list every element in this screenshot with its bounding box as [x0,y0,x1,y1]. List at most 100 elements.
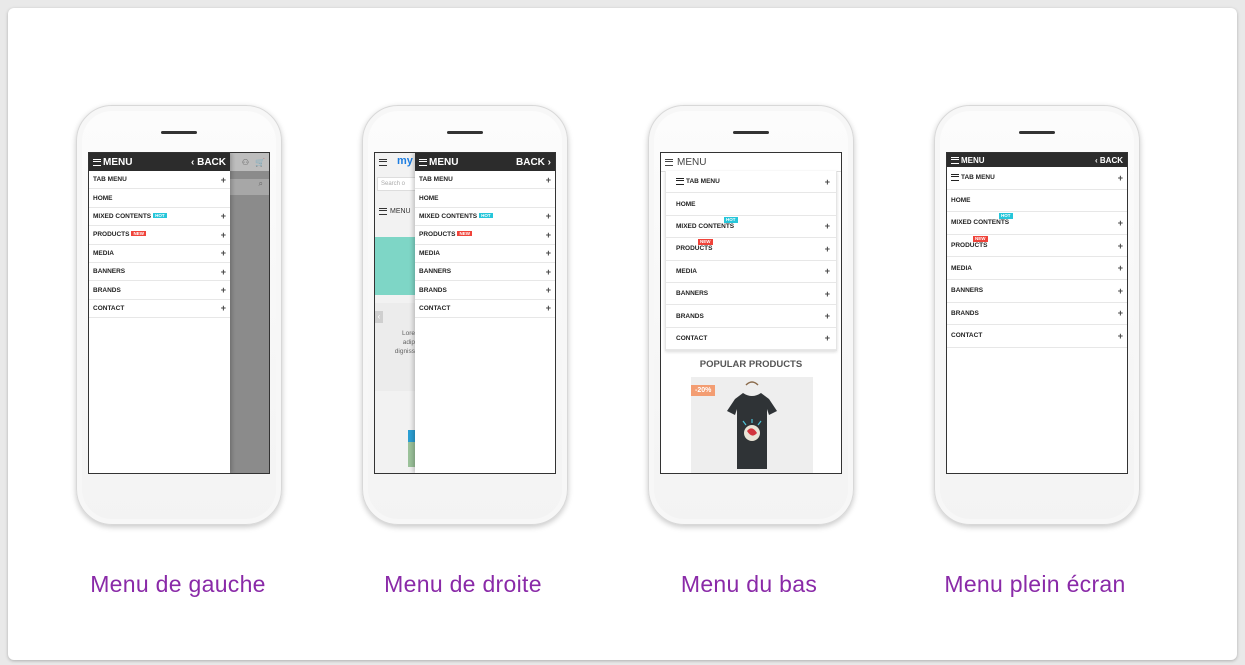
menu-item-banners[interactable]: BANNERS + [947,280,1127,303]
expand-icon[interactable]: + [1118,263,1123,273]
hamburger-icon[interactable] [419,158,427,166]
expand-icon[interactable]: + [825,266,830,276]
menu-item-tab-menu[interactable]: TAB MENU + [666,171,836,194]
home-button [449,478,481,510]
expand-icon[interactable]: + [546,175,551,185]
menu-item-banners[interactable]: BANNERS + [415,263,555,282]
expand-icon[interactable]: + [221,267,226,277]
back-button[interactable]: BACK › [516,157,551,168]
expand-icon[interactable]: + [221,175,226,185]
menu-header: MENU BACK › [415,153,555,171]
menu-item-products[interactable]: PRODUCTS NEW + [89,226,230,245]
menu-item-mixed-contents[interactable]: MIXED CONTENTS HOT + [666,216,836,239]
hot-badge: HOT [724,216,738,223]
menu-item-mixed-contents[interactable]: MIXED CONTENTS HOT + [89,208,230,227]
caption-bottom-menu: Menu du bas [680,571,818,597]
expand-icon[interactable]: + [546,267,551,277]
expand-icon[interactable]: + [546,248,551,258]
menu-item-mixed-contents[interactable]: MIXED CONTENTS HOT + [415,208,555,227]
menu-item-brands[interactable]: BRANDS + [666,305,836,328]
menu-item-tab-menu[interactable]: TAB MENU + [947,167,1127,190]
menu-item-media[interactable]: MEDIA + [947,257,1127,280]
expand-icon[interactable]: + [825,311,830,321]
site-logo[interactable]: my [397,155,413,167]
left-menu-panel: MENU ‹ BACK TAB MENU + HOME MIXED CONTENT… [89,153,230,473]
user-icon[interactable]: ⚇ [242,158,249,167]
menu-item-label: BANNERS [676,290,709,298]
back-button[interactable]: ‹ BACK [191,157,226,168]
menu-item-home[interactable]: HOME [666,193,836,216]
search-icon[interactable]: ⌕ [230,179,269,195]
hamburger-icon [379,208,387,215]
expand-icon[interactable]: + [825,177,830,187]
expand-icon[interactable]: + [825,289,830,299]
hamburger-icon[interactable] [93,158,101,166]
menu-item-products[interactable]: PRODUCTS NEW + [415,226,555,245]
menu-item-products[interactable]: PRODUCTS NEW + [947,235,1127,258]
expand-icon[interactable]: + [221,285,226,295]
menu-item-products[interactable]: PRODUCTS NEW + [666,238,836,261]
expand-icon[interactable]: + [825,221,830,231]
expand-icon[interactable]: + [546,303,551,313]
menu-item-tab-menu[interactable]: TAB MENU + [415,171,555,190]
expand-icon[interactable]: + [1118,286,1123,296]
expand-icon[interactable]: + [1118,331,1123,341]
expand-icon[interactable]: + [221,303,226,313]
expand-icon[interactable]: + [546,211,551,221]
menu-item-label: HOME [419,194,439,202]
caption-left-menu: Menu de gauche [90,571,266,597]
expand-icon[interactable]: + [546,230,551,240]
home-button [163,478,195,510]
cart-icon[interactable]: 🛒 [255,158,265,167]
menu-item-brands[interactable]: BRANDS + [947,303,1127,326]
menu-item-media[interactable]: MEDIA + [415,245,555,263]
menu-item-media[interactable]: MEDIA + [89,245,230,263]
menu-item-contact[interactable]: CONTACT + [89,300,230,319]
expand-icon[interactable]: + [825,244,830,254]
menu-item-home[interactable]: HOME [947,190,1127,213]
expand-icon[interactable]: + [221,211,226,221]
menu-item-home[interactable]: HOME [415,189,555,208]
expand-icon[interactable]: + [1118,308,1123,318]
menu-item-label: MEDIA [419,249,440,257]
hamburger-icon [951,174,959,182]
home-button [735,478,767,510]
expand-icon[interactable]: + [1118,173,1123,183]
menu-item-brands[interactable]: BRANDS + [89,281,230,300]
menu-item-media[interactable]: MEDIA + [666,261,836,283]
expand-icon[interactable]: + [825,333,830,343]
expand-icon[interactable]: + [1118,218,1123,228]
hamburger-icon[interactable] [379,159,387,166]
menu-header: MENU ‹ BACK [947,153,1127,167]
expand-icon[interactable]: + [221,248,226,258]
menu-item-label: MEDIA [93,249,114,257]
menu-item-brands[interactable]: BRANDS + [415,281,555,300]
hamburger-icon[interactable] [951,156,959,164]
product-card[interactable]: -20% [691,377,813,473]
menu-item-label: BRANDS [951,309,979,317]
menu-item-home[interactable]: HOME [89,189,230,208]
back-button[interactable]: ‹ BACK [1095,156,1123,165]
search-input[interactable]: Search o [377,177,417,191]
chevron-left-icon[interactable]: ‹ [375,311,383,323]
menu-item-contact[interactable]: CONTACT + [415,300,555,319]
expand-icon[interactable]: + [1118,241,1123,251]
caption-right-menu: Menu de droite [384,571,542,597]
page-background: ⚇ 🛒 ⌕ [230,153,269,473]
menu-item-contact[interactable]: CONTACT + [947,325,1127,348]
expand-icon[interactable]: + [546,285,551,295]
lorem-line: digniss [394,348,415,355]
menu-item-banners[interactable]: BANNERS + [666,283,836,306]
phone-fullscreen-menu: MENU ‹ BACK TAB MENU + HOME MIXED CONTENT… [934,105,1140,525]
menu-item-mixed-contents[interactable]: MIXED CONTENTS HOT + [947,212,1127,235]
menu-item-tab-menu[interactable]: TAB MENU + [89,171,230,190]
menu-item-label: BANNERS [93,268,126,276]
menu-item-banners[interactable]: BANNERS + [89,263,230,282]
page-menu-toggle[interactable]: MENU [379,208,411,215]
menu-toggle[interactable]: MENU [661,153,841,172]
lorem-line: Lore [401,330,415,337]
tshirt-image [727,381,777,469]
expand-icon[interactable]: + [221,230,226,240]
phone-speaker [1019,131,1055,134]
menu-item-contact[interactable]: CONTACT + [666,328,836,351]
